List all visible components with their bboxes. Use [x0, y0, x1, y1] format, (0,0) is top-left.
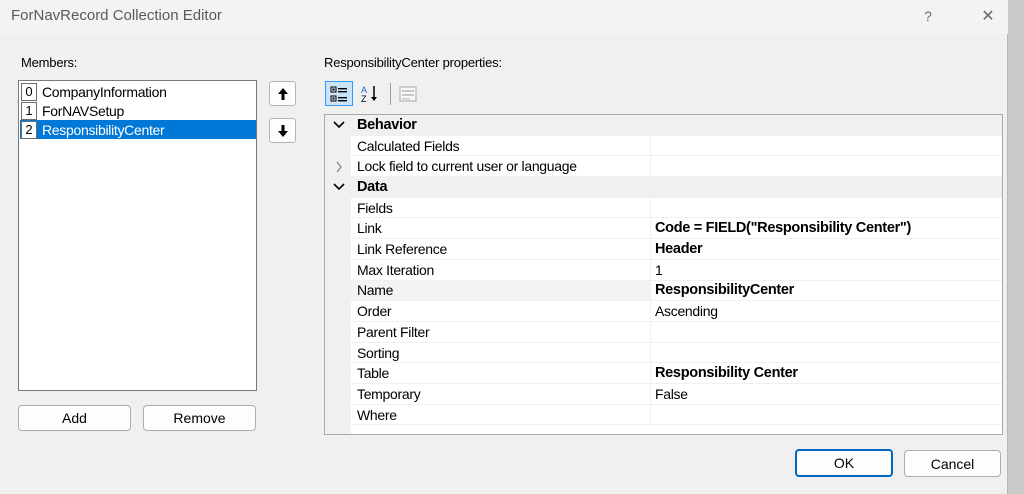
- member-name: CompanyInformation: [42, 83, 167, 100]
- property-name: Link: [351, 218, 651, 240]
- property-value[interactable]: [651, 322, 1002, 343]
- property-row-link[interactable]: Link Code = FIELD("Responsibility Center…: [325, 218, 1002, 240]
- property-name: Name: [351, 280, 651, 302]
- alphabetical-button[interactable]: A Z: [356, 81, 384, 106]
- category-behavior[interactable]: Behavior: [325, 115, 1002, 136]
- alphabetical-sort-icon: A Z: [361, 85, 377, 104]
- property-pages-button[interactable]: [394, 81, 422, 106]
- category-value: [651, 115, 1002, 136]
- property-value[interactable]: False: [651, 384, 1002, 405]
- members-list[interactable]: 0 CompanyInformation 1 ForNAVSetup 2 Res…: [18, 80, 257, 391]
- property-row-parent-filter[interactable]: Parent Filter: [325, 322, 1002, 343]
- property-grid[interactable]: Behavior Calculated Fields Lock field to…: [324, 114, 1003, 435]
- toolbar-separator: [390, 83, 391, 105]
- category-label: Behavior: [357, 117, 417, 134]
- property-value[interactable]: Header: [651, 239, 1002, 260]
- member-name: ResponsibilityCenter: [42, 121, 165, 138]
- property-row-where[interactable]: Where: [325, 404, 1002, 426]
- title-bar: ForNavRecord Collection Editor ? ✕: [0, 0, 1008, 34]
- property-name: Sorting: [351, 342, 651, 364]
- property-value[interactable]: [651, 343, 1002, 364]
- arrow-up-icon: [277, 87, 288, 100]
- property-name: Max Iteration: [351, 259, 651, 281]
- property-value[interactable]: ResponsibilityCenter: [651, 281, 1002, 302]
- close-icon: ✕: [981, 8, 995, 25]
- property-name: Parent Filter: [351, 322, 651, 343]
- property-row-table[interactable]: Table Responsibility Center: [325, 363, 1002, 385]
- chevron-down-icon[interactable]: [329, 115, 349, 136]
- property-value[interactable]: Responsibility Center: [651, 363, 1002, 385]
- property-row-order[interactable]: Order Ascending: [325, 301, 1002, 322]
- property-value[interactable]: [651, 405, 1002, 426]
- category-label: Data: [357, 179, 388, 196]
- property-name: Table: [351, 363, 651, 385]
- property-grid-toolbar: A Z: [324, 81, 444, 107]
- category-data[interactable]: Data: [325, 177, 1002, 198]
- property-name: Where: [351, 404, 651, 426]
- member-item-0[interactable]: 0 CompanyInformation: [20, 82, 256, 101]
- property-name: Calculated Fields: [351, 135, 651, 157]
- member-name: ForNAVSetup: [42, 102, 125, 119]
- arrow-down-icon: [277, 124, 288, 137]
- property-row-link-reference[interactable]: Link Reference Header: [325, 239, 1002, 260]
- property-row-calculated-fields[interactable]: Calculated Fields: [325, 135, 1002, 157]
- cancel-button[interactable]: Cancel: [904, 450, 1001, 477]
- property-row-fields[interactable]: Fields: [325, 197, 1002, 219]
- categorized-icon: [330, 86, 347, 101]
- property-row-lock-field[interactable]: Lock field to current user or language: [325, 156, 1002, 178]
- chevron-right-icon[interactable]: [329, 156, 349, 177]
- member-item-2[interactable]: 2 ResponsibilityCenter: [20, 120, 256, 139]
- property-row-max-iteration[interactable]: Max Iteration 1: [325, 259, 1002, 281]
- property-value[interactable]: [651, 198, 1002, 219]
- property-value[interactable]: Code = FIELD("Responsibility Center"): [651, 219, 1002, 240]
- property-row-sorting[interactable]: Sorting: [325, 342, 1002, 364]
- help-button[interactable]: ?: [906, 0, 950, 32]
- property-name: Lock field to current user or language: [351, 156, 651, 178]
- property-value[interactable]: Ascending: [651, 301, 1002, 322]
- property-value[interactable]: [651, 136, 1002, 157]
- property-name: Fields: [351, 197, 651, 219]
- categorized-button[interactable]: [325, 81, 353, 106]
- add-button[interactable]: Add: [18, 405, 131, 431]
- property-value[interactable]: 1: [651, 260, 1002, 281]
- move-up-button[interactable]: [269, 81, 296, 106]
- member-item-1[interactable]: 1 ForNAVSetup: [20, 101, 256, 120]
- property-row-temporary[interactable]: Temporary False: [325, 384, 1002, 405]
- property-name: Temporary: [351, 384, 651, 405]
- svg-text:Z: Z: [361, 94, 367, 104]
- property-name: Order: [351, 301, 651, 322]
- members-label: Members:: [21, 55, 78, 70]
- member-index: 1: [21, 101, 37, 120]
- chevron-down-icon[interactable]: [329, 177, 349, 198]
- move-down-button[interactable]: [269, 118, 296, 143]
- member-index: 0: [21, 82, 37, 101]
- remove-button[interactable]: Remove: [143, 405, 256, 431]
- collection-editor-dialog: ForNavRecord Collection Editor ? ✕ Membe…: [0, 0, 1008, 494]
- property-value[interactable]: [651, 156, 1002, 178]
- ok-button[interactable]: OK: [795, 449, 893, 477]
- properties-label: ResponsibilityCenter properties:: [324, 55, 502, 70]
- property-pages-icon: [399, 86, 417, 101]
- property-row-name[interactable]: Name ResponsibilityCenter: [325, 280, 1002, 302]
- close-button[interactable]: ✕: [966, 0, 1010, 32]
- help-icon: ?: [924, 8, 932, 24]
- category-value: [651, 177, 1002, 198]
- property-name: Link Reference: [351, 239, 651, 260]
- window-title: ForNavRecord Collection Editor: [11, 7, 222, 24]
- member-index: 2: [21, 120, 37, 139]
